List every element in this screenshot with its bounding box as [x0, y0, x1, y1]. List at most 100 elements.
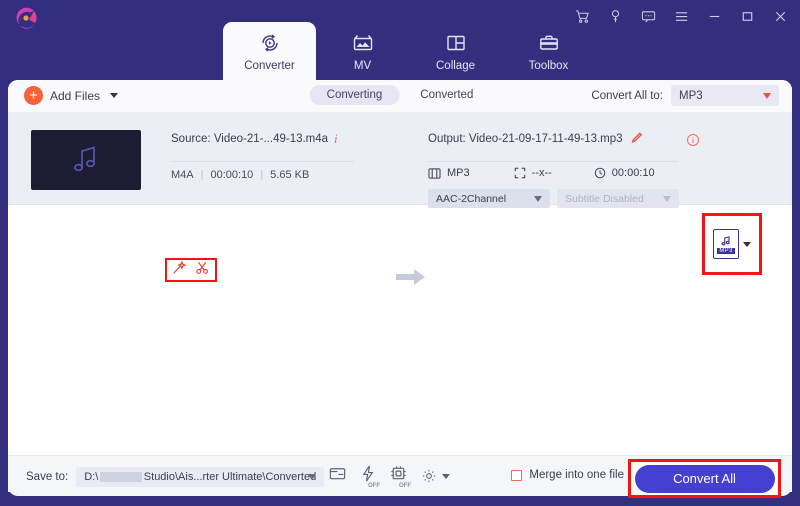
convert-all-to-label: Convert All to:	[591, 89, 663, 102]
merge-label: Merge into one file	[529, 469, 624, 481]
output-format-group: MP3	[428, 167, 470, 179]
tab-converter[interactable]: Converter	[223, 22, 316, 80]
title-bar: Converter MV Collage Toolbox	[0, 0, 800, 80]
subtitle-value: Subtitle Disabled	[565, 192, 644, 205]
divider: |	[260, 169, 264, 181]
tab-collage[interactable]: Collage	[409, 22, 502, 80]
audio-codec-select[interactable]: AAC-2Channel	[428, 189, 550, 208]
gpu-state-label: OFF	[399, 483, 411, 489]
bottom-bar: Save to: D:\ Studio\Ais...rter Ultimate\…	[8, 455, 792, 498]
hardware-acceleration-icon[interactable]: OFF	[359, 464, 380, 489]
tab-label: Toolbox	[528, 59, 569, 72]
output-resolution: --x--	[531, 167, 552, 179]
subtitle-select: Subtitle Disabled	[557, 189, 679, 208]
bottom-icon-group: OFF OFF	[328, 464, 450, 489]
tab-toolbox[interactable]: Toolbox	[502, 22, 595, 80]
output-duration: 00:00:10	[611, 167, 655, 179]
main-panel: + Add Files Converting Converted Convert…	[8, 80, 792, 492]
edit-tools-highlight	[165, 258, 217, 282]
save-to-label: Save to:	[26, 471, 69, 483]
convert-all-button[interactable]: Convert All	[634, 464, 775, 493]
save-to-path-suffix: Studio\Ais...rter Ultimate\Converted	[143, 471, 317, 483]
convert-all-to-value: MP3	[679, 89, 703, 102]
tab-converting[interactable]: Converting	[309, 85, 400, 105]
audio-codec-value: AAC-2Channel	[436, 192, 507, 205]
open-folder-icon[interactable]	[328, 464, 347, 488]
chevron-down-icon[interactable]	[743, 241, 751, 247]
film-icon	[428, 167, 441, 179]
source-duration: 00:00:10	[210, 169, 254, 181]
add-files-button[interactable]: + Add Files	[24, 86, 119, 105]
output-format: MP3	[447, 167, 470, 179]
source-metadata: M4A | 00:00:10 | 5.65 KB	[171, 169, 309, 181]
divider: |	[200, 169, 204, 181]
toolbox-icon	[537, 31, 561, 55]
minimize-icon[interactable]	[706, 8, 722, 24]
status-segmented-control: Converting Converted	[309, 85, 491, 105]
app-window: Converter MV Collage Toolbox + Add Files…	[0, 0, 800, 506]
convert-all-to-group: Convert All to: MP3	[591, 85, 779, 106]
tab-converted[interactable]: Converted	[403, 85, 490, 105]
output-info-icon[interactable]	[686, 133, 700, 152]
mv-icon	[351, 31, 375, 55]
output-info: Output: Video-21-09-17-11-49-13.mp3	[428, 131, 683, 147]
clock-icon	[594, 167, 606, 179]
menu-icon[interactable]	[673, 8, 689, 24]
rename-pencil-icon[interactable]	[630, 131, 643, 147]
empty-file-area	[8, 206, 792, 492]
save-to-path-prefix: D:\	[84, 471, 99, 483]
acceleration-state-label: OFF	[368, 483, 380, 489]
redacted-path-segment	[100, 472, 142, 482]
tab-label: Converter	[244, 59, 295, 72]
gpu-acceleration-icon[interactable]: OFF	[389, 464, 411, 489]
gear-icon	[422, 469, 436, 483]
convert-all-to-select[interactable]: MP3	[671, 85, 779, 106]
main-tabs: Converter MV Collage Toolbox	[223, 22, 595, 80]
source-info: Source: Video-21-...49-13.m4a i	[171, 131, 338, 147]
output-metadata: MP3 --x-- 00:00:10	[428, 167, 686, 179]
output-divider	[428, 161, 678, 162]
key-icon[interactable]	[607, 8, 623, 24]
chevron-down-icon	[442, 473, 450, 479]
chevron-down-icon	[763, 92, 771, 99]
checkbox-box	[511, 469, 523, 481]
resize-icon	[514, 167, 525, 179]
convert-all-highlight: Convert All	[628, 459, 781, 498]
music-note-icon	[74, 146, 95, 172]
save-to-path-field[interactable]: D:\ Studio\Ais...rter Ultimate\Converted	[76, 467, 325, 487]
tab-mv[interactable]: MV	[316, 22, 409, 80]
output-format-highlight: MP3	[702, 213, 762, 275]
app-logo-icon	[10, 5, 40, 33]
close-icon[interactable]	[772, 8, 788, 24]
output-duration-group: 00:00:10	[594, 167, 655, 179]
panel-toolbar: + Add Files Converting Converted Convert…	[8, 80, 792, 113]
chevron-down-icon[interactable]	[110, 93, 119, 98]
music-note-icon	[721, 235, 730, 245]
merge-into-one-file-checkbox[interactable]: Merge into one file	[511, 469, 624, 481]
file-list-row: Source: Video-21-...49-13.m4a i M4A | 00…	[8, 113, 792, 285]
source-filename: Source: Video-21-...49-13.m4a	[171, 133, 329, 145]
conversion-arrow-icon	[396, 268, 426, 291]
chevron-down-icon	[534, 195, 542, 202]
chevron-down-icon[interactable]	[308, 474, 317, 480]
source-size: 5.65 KB	[270, 169, 310, 181]
file-thumbnail[interactable]	[31, 130, 141, 190]
save-to-group: Save to: D:\ Studio\Ais...rter Ultimate\…	[26, 467, 325, 487]
window-controls	[574, 4, 788, 28]
tab-label: MV	[353, 59, 372, 72]
format-badge: MP3	[717, 247, 735, 254]
maximize-icon[interactable]	[739, 8, 755, 24]
feedback-icon[interactable]	[640, 8, 656, 24]
source-divider	[171, 161, 354, 162]
source-info-icon[interactable]: i	[334, 131, 338, 147]
plus-icon: +	[24, 86, 43, 105]
settings-gear-button[interactable]	[420, 467, 450, 485]
format-file-icon[interactable]: MP3	[713, 229, 739, 259]
chevron-down-icon	[663, 195, 671, 202]
scissors-icon[interactable]	[195, 260, 210, 280]
magic-wand-icon[interactable]	[172, 260, 187, 280]
collage-icon	[444, 31, 468, 55]
output-filename: Output: Video-21-09-17-11-49-13.mp3	[428, 133, 623, 145]
add-files-label: Add Files	[50, 88, 101, 103]
source-format: M4A	[171, 169, 194, 181]
